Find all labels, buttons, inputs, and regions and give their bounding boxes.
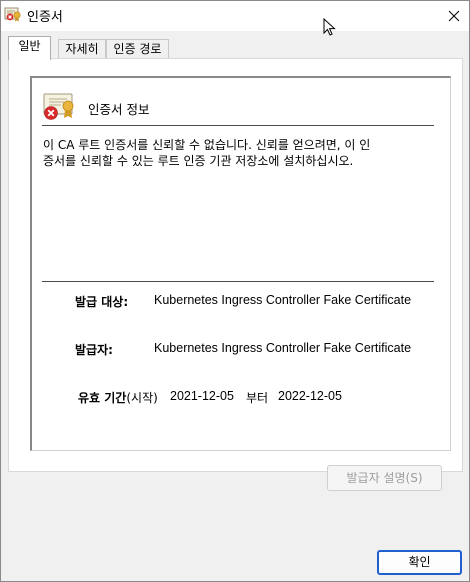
close-button[interactable] — [439, 1, 469, 31]
tab-general[interactable]: 일반 — [8, 36, 51, 60]
tab-certification-path[interactable]: 인증 경로 — [106, 39, 169, 58]
certificate-error-icon — [43, 93, 74, 120]
validity-label-text: 유효 기간 — [78, 391, 127, 405]
issuer-statement-button[interactable]: 발급자 설명(S) — [327, 465, 442, 491]
certificate-dialog: 인증서 일반 자세히 인증 경로 인증서 정보 이 CA 루트 인증서를 신뢰할… — [0, 0, 470, 582]
title-bar[interactable]: 인증서 — [1, 1, 469, 31]
issued-to-label: 발급 대상: — [75, 295, 129, 309]
general-tab-panel: 인증서 정보 이 CA 루트 인증서를 신뢰할 수 없습니다. 신뢰를 얻으려면… — [8, 58, 463, 472]
ok-button[interactable]: 확인 — [377, 550, 462, 575]
valid-from-date: 2021-12-05 — [170, 389, 234, 403]
issued-by-label: 발급자: — [75, 343, 113, 357]
tab-label: 일반 — [18, 39, 41, 53]
tab-label: 인증 경로 — [113, 42, 162, 56]
divider — [42, 281, 434, 282]
divider — [42, 125, 434, 126]
close-icon — [448, 10, 460, 22]
validity-from-suffix: (시작) — [126, 391, 158, 405]
valid-to-date: 2022-12-05 — [278, 389, 342, 403]
mouse-cursor-icon — [323, 18, 336, 36]
validity-to-word: 부터 — [246, 391, 269, 405]
tab-label: 자세히 — [65, 42, 99, 56]
window-title: 인증서 — [27, 10, 63, 25]
certificate-info-box: 인증서 정보 이 CA 루트 인증서를 신뢰할 수 없습니다. 신뢰를 얻으려면… — [30, 76, 451, 451]
certificate-icon — [4, 7, 21, 22]
trust-warning-text: 이 CA 루트 인증서를 신뢰할 수 없습니다. 신뢰를 얻으려면, 이 인 증… — [43, 137, 435, 169]
issued-by-value: Kubernetes Ingress Controller Fake Certi… — [154, 341, 412, 355]
tab-details[interactable]: 자세히 — [58, 39, 106, 58]
validity-label: 유효 기간(시작) — [78, 389, 158, 406]
warning-line: 증서를 신뢰할 수 있는 루트 인증 기관 저장소에 설치하십시오. — [43, 154, 354, 168]
certificate-info-title: 인증서 정보 — [88, 102, 150, 117]
warning-line: 이 CA 루트 인증서를 신뢰할 수 없습니다. 신뢰를 얻으려면, 이 인 — [43, 138, 371, 152]
issued-to-value: Kubernetes Ingress Controller Fake Certi… — [154, 293, 412, 307]
